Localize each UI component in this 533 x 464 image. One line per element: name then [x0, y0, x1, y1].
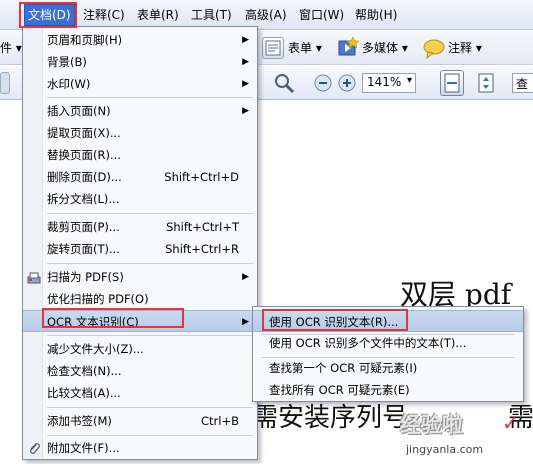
menu-item-label: 拆分文档(L)...	[47, 192, 120, 206]
zoom-out-icon[interactable]	[312, 72, 334, 94]
menu-item-label: 删除页面(D)...	[47, 170, 122, 184]
menu-item-attach-file[interactable]: 附加文件(F)...	[23, 437, 257, 459]
comment-button[interactable]: 注释 ▾	[448, 39, 482, 57]
chevron-right-icon: ▶	[242, 317, 249, 327]
submenu-item-label: 查找第一个 OCR 可疑元素(I)	[269, 361, 418, 375]
chevron-down-icon[interactable]: ▾	[407, 75, 412, 86]
menu-item-reduce-size[interactable]: 减少文件大小(Z)...	[23, 338, 257, 360]
scanner-icon	[27, 270, 41, 284]
menu-item-label: 扫描为 PDF(S)	[47, 270, 124, 284]
multimedia-button[interactable]: 多媒体 ▾	[362, 39, 408, 57]
menu-item-label: 比较文档(A)...	[47, 386, 121, 400]
menu-item-label: 替换页面(R)...	[47, 148, 121, 162]
submenu-item-find-all-suspects[interactable]: 查找所有 OCR 可疑元素(E)	[253, 379, 523, 401]
menu-forms[interactable]: 表单(R)	[134, 4, 182, 26]
submenu-item-label: 使用 OCR 识别多个文件中的文本(T)...	[269, 336, 467, 350]
menu-item-rotate-pages[interactable]: 旋转页面(T)... Shift+Ctrl+R	[23, 238, 257, 260]
menu-advanced[interactable]: 高级(A)	[242, 4, 290, 26]
chevron-right-icon: ▶	[242, 106, 249, 116]
menu-item-shortcut: Ctrl+B	[201, 414, 239, 428]
search-stub: 查	[516, 77, 529, 91]
menu-item-label: 旋转页面(T)...	[47, 242, 120, 256]
menu-item-examine-document[interactable]: 检查文档(N)...	[23, 360, 257, 382]
search-field[interactable]: 查	[512, 73, 533, 93]
loupe-icon[interactable]	[272, 71, 295, 94]
menu-item-label: 水印(W)	[47, 77, 91, 91]
toolbar-edge-button[interactable]	[0, 72, 10, 94]
menu-item-shortcut: Shift+Ctrl+D	[164, 170, 239, 184]
menu-item-label: 插入页面(N)	[47, 104, 111, 118]
checkmark-icon: ✓	[502, 411, 519, 435]
menu-help[interactable]: 帮助(H)	[352, 4, 400, 26]
chevron-right-icon: ▶	[242, 272, 249, 282]
menu-separator	[47, 335, 253, 336]
doc-body-fragment: 需安装序列号	[252, 403, 409, 433]
highlight-ocr-item	[42, 308, 184, 328]
toolbar-left-stub[interactable]: 件 ▾	[0, 39, 22, 57]
watermark-url: jingyanla.com	[406, 443, 484, 456]
menu-separator	[47, 97, 253, 98]
fit-page-icon[interactable]	[474, 71, 496, 93]
menu-tools[interactable]: 工具(T)	[188, 4, 235, 26]
menu-window[interactable]: 窗口(W)	[296, 4, 347, 26]
menu-item-label: 减少文件大小(Z)...	[47, 342, 144, 356]
document-menu: 页眉和页脚(H) ▶ 背景(B) ▶ 水印(W) ▶ 插入页面(N) ▶ 提取页面(X)…	[22, 26, 258, 460]
menu-item-delete-pages[interactable]: 删除页面(D)... Shift+Ctrl+D	[23, 166, 257, 188]
menu-item-label: 添加书签(M)	[47, 414, 112, 428]
menu-item-watermark[interactable]: 水印(W) ▶	[23, 73, 257, 95]
menu-item-label: 裁剪页面(P)...	[47, 220, 120, 234]
menu-separator	[47, 407, 253, 408]
highlight-document-menu	[19, 2, 77, 28]
zoom-field[interactable]: 141% ▾	[362, 73, 416, 93]
menubar-stub	[0, 4, 14, 26]
chevron-right-icon: ▶	[242, 79, 249, 89]
menu-item-label: 背景(B)	[47, 55, 87, 69]
menu-item-optimize-scanned[interactable]: 优化扫描的 PDF(O)	[23, 288, 257, 310]
menu-item-label: 页眉和页脚(H)	[47, 33, 123, 47]
submenu-item-label: 查找所有 OCR 可疑元素(E)	[269, 383, 410, 397]
menu-item-compare-documents[interactable]: 比较文档(A)...	[23, 382, 257, 404]
form-button[interactable]: 表单 ▾	[288, 39, 322, 57]
watermark: 经验啦 ✓ jingyanla.com	[398, 409, 533, 464]
menu-separator	[47, 263, 253, 264]
menu-item-background[interactable]: 背景(B) ▶	[23, 51, 257, 73]
watermark-text: 经验啦	[400, 413, 463, 437]
menu-item-add-bookmark[interactable]: 添加书签(M) Ctrl+B	[23, 410, 257, 432]
comment-icon[interactable]	[422, 36, 445, 60]
menu-item-replace-pages[interactable]: 替换页面(R)...	[23, 144, 257, 166]
menu-comment[interactable]: 注释(C)	[80, 4, 128, 26]
menu-item-extract-pages[interactable]: 提取页面(X)...	[23, 122, 257, 144]
menu-item-label: 优化扫描的 PDF(O)	[47, 292, 149, 306]
menu-item-shortcut: Shift+Ctrl+T	[166, 220, 239, 234]
menu-item-split-document[interactable]: 拆分文档(L)...	[23, 188, 257, 210]
menu-item-label: 附加文件(F)...	[47, 441, 120, 455]
menu-item-header-footer[interactable]: 页眉和页脚(H) ▶	[23, 29, 257, 51]
menu-item-shortcut: Shift+Ctrl+R	[165, 242, 239, 256]
submenu-item-recognize-multiple[interactable]: 使用 OCR 识别多个文件中的文本(T)...	[253, 332, 523, 354]
paperclip-icon	[27, 441, 41, 455]
highlight-recognize-text	[262, 309, 408, 331]
menu-item-insert-pages[interactable]: 插入页面(N) ▶	[23, 100, 257, 122]
chevron-right-icon: ▶	[242, 35, 249, 45]
zoom-value: 141%	[367, 75, 402, 89]
menu-item-label: 提取页面(X)...	[47, 126, 121, 140]
menu-item-scan-to-pdf[interactable]: 扫描为 PDF(S) ▶	[23, 266, 257, 288]
submenu-item-find-first-suspect[interactable]: 查找第一个 OCR 可疑元素(I)	[253, 357, 523, 379]
multimedia-icon[interactable]	[336, 35, 360, 57]
chevron-right-icon: ▶	[242, 57, 249, 67]
fit-width-icon[interactable]	[440, 70, 464, 96]
menu-item-label: 检查文档(N)...	[47, 364, 122, 378]
form-icon[interactable]	[262, 37, 284, 59]
menu-item-crop-pages[interactable]: 裁剪页面(P)... Shift+Ctrl+T	[23, 216, 257, 238]
menu-separator	[47, 213, 253, 214]
zoom-in-icon[interactable]	[336, 72, 358, 94]
menu-separator	[47, 435, 253, 436]
